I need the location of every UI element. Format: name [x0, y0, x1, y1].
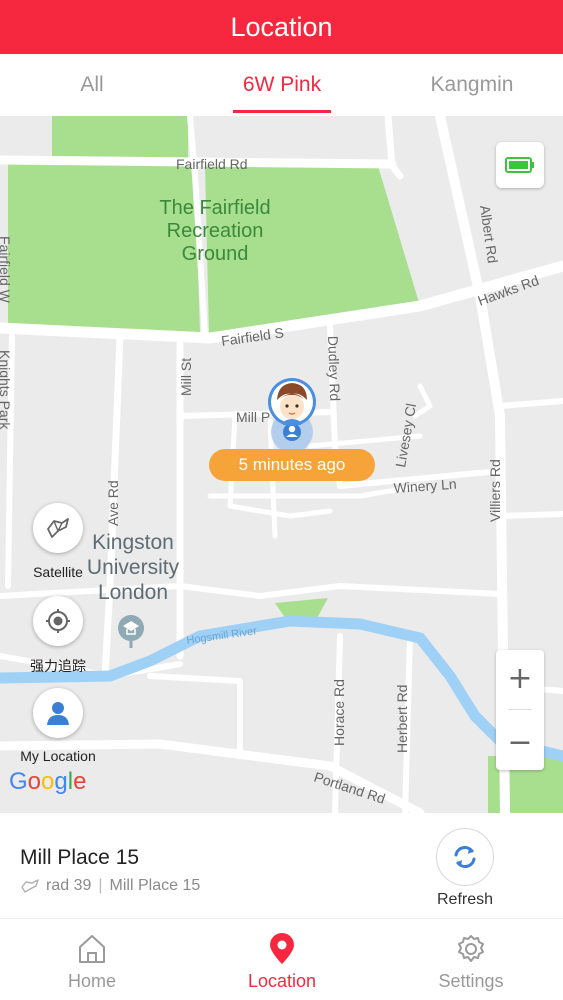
- location-subtitle: rad 39 | Mill Place 15: [20, 877, 200, 895]
- map-label-horace-rd: Horace Rd: [331, 679, 347, 746]
- satellite-icon: [47, 518, 69, 538]
- map-label-fairfield-rd: Fairfield Rd: [176, 156, 248, 172]
- map-label-herbert-rd: Herbert Rd: [394, 685, 410, 753]
- location-title: Mill Place 15: [20, 846, 140, 869]
- zoom-in-button[interactable]: +: [496, 650, 544, 706]
- map-label-knights-park: Knights Park: [0, 350, 13, 430]
- tracking-button[interactable]: [33, 596, 83, 646]
- nav-settings-label: Settings: [438, 971, 504, 991]
- device-marker[interactable]: [268, 378, 316, 453]
- location-source: rad 39: [46, 877, 92, 894]
- refresh-label: Refresh: [436, 891, 494, 908]
- gear-icon: [458, 935, 484, 962]
- bottom-navigation: Home Location Settings: [0, 920, 563, 1000]
- map-label-albert-rd: Albert Rd: [477, 204, 501, 264]
- location-info-panel: Mill Place 15 rad 39 | Mill Place 15 Ref…: [0, 813, 563, 919]
- satellite-small-icon: [21, 879, 39, 893]
- zoom-divider: [508, 709, 532, 710]
- map-view[interactable]: Fairfield Rd Fairfield S Albert Rd Hawks…: [0, 116, 563, 813]
- map-label-villiers-rd: Villiers Rd: [487, 459, 503, 522]
- active-tab-indicator: [233, 110, 331, 113]
- map-label-mill-st: Mill St: [178, 358, 194, 396]
- tab-kangmin[interactable]: Kangmin: [402, 54, 542, 116]
- zoom-controls: + −: [496, 650, 544, 770]
- location-address: Mill Place 15: [109, 877, 201, 894]
- page-title: Location: [230, 11, 333, 42]
- park-label-line-2: Recreation: [167, 220, 264, 242]
- location-pin-icon: [270, 933, 294, 964]
- map-label-winery-ln: Winery Ln: [393, 476, 457, 496]
- person-icon: [47, 702, 69, 725]
- subtitle-separator: |: [98, 877, 103, 894]
- battery-icon: [505, 157, 534, 173]
- google-logo: Google: [9, 768, 87, 795]
- nav-home-label: Home: [67, 971, 116, 991]
- nav-location[interactable]: Location: [222, 920, 342, 1000]
- tab-6w-pink[interactable]: 6W Pink: [212, 54, 352, 116]
- device-tabs: All 6W Pink Kangmin: [0, 54, 563, 116]
- university-label-line-3: London: [98, 581, 168, 604]
- university-label-line-1: Kingston: [92, 531, 174, 554]
- my-location-button[interactable]: [33, 688, 83, 738]
- app-header: Location: [0, 0, 563, 54]
- park-label-line-1: The Fairfield: [159, 197, 270, 219]
- refresh-button[interactable]: [436, 828, 494, 886]
- map-label-dudley-rd: Dudley Rd: [325, 336, 343, 402]
- battery-indicator: [496, 142, 544, 188]
- nav-location-label: Location: [247, 971, 317, 991]
- refresh-icon: [454, 846, 476, 868]
- nav-settings[interactable]: Settings: [411, 920, 531, 1000]
- zoom-out-button[interactable]: −: [496, 714, 544, 770]
- my-location-label: My Location: [20, 748, 96, 764]
- satellite-button[interactable]: [33, 503, 83, 553]
- map-label-mill-p: Mill P: [236, 409, 270, 425]
- map-label-ave-rd: Ave Rd: [105, 480, 121, 526]
- crosshair-icon: [46, 609, 70, 633]
- tab-all[interactable]: All: [22, 54, 162, 116]
- last-update-badge: 5 minutes ago: [209, 449, 375, 481]
- nav-home[interactable]: Home: [32, 920, 152, 1000]
- tracking-label: 强力追踪: [30, 658, 86, 674]
- map-label-fairfield-w: Fairfield W: [0, 236, 13, 304]
- park-label-line-3: Ground: [182, 243, 249, 265]
- satellite-label: Satellite: [33, 564, 83, 580]
- home-icon: [79, 935, 105, 963]
